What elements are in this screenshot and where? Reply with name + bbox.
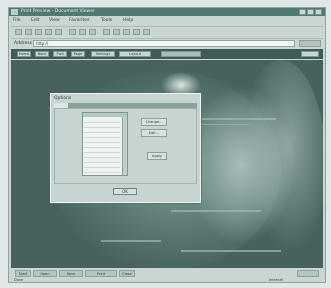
stop-icon[interactable]: [35, 29, 42, 35]
tab-spacer: [161, 51, 201, 57]
edit-icon[interactable]: [123, 29, 130, 35]
forward-icon[interactable]: [25, 29, 32, 35]
bottom-button[interactable]: Close: [119, 270, 135, 277]
list-item[interactable]: [84, 139, 120, 143]
tab-forward[interactable]: Fwd: [53, 51, 67, 57]
tab-home[interactable]: Home: [17, 51, 31, 57]
light-spray: [236, 60, 323, 268]
light-streak: [101, 240, 161, 242]
messenger-icon[interactable]: [143, 29, 150, 35]
status-text: Done: [14, 278, 24, 282]
window-title: Print Preview - Document Viewer: [21, 9, 95, 14]
address-input[interactable]: http://: [33, 40, 295, 47]
bottom-button[interactable]: Print: [85, 270, 117, 277]
back-icon[interactable]: [15, 29, 22, 35]
list-item[interactable]: [84, 124, 120, 128]
list-item[interactable]: [84, 169, 120, 173]
menu-edit[interactable]: Edit: [31, 18, 40, 23]
status-zone: Internet: [269, 278, 283, 282]
address-label: Address: [14, 41, 32, 46]
tab-back[interactable]: Back: [35, 51, 49, 57]
tab-close[interactable]: [301, 51, 319, 57]
menu-help[interactable]: Help: [123, 18, 133, 23]
list-item[interactable]: [84, 119, 120, 123]
favorites-icon[interactable]: [79, 29, 86, 35]
print-icon[interactable]: [113, 29, 120, 35]
list-item[interactable]: [84, 129, 120, 133]
options-dialog: Options Change... Edit... Apply OK: [50, 93, 201, 203]
list-item[interactable]: [84, 149, 120, 153]
toolbar: [11, 26, 323, 39]
search-icon[interactable]: [69, 29, 76, 35]
bottom-button[interactable]: Open: [33, 270, 57, 277]
edit-button[interactable]: Edit...: [141, 129, 167, 137]
bottom-toolbar: Start Open Save Print Close: [11, 270, 323, 278]
list-item[interactable]: [84, 144, 120, 148]
minimize-button[interactable]: [299, 9, 306, 15]
home-icon[interactable]: [55, 29, 62, 35]
app-icon: [11, 9, 18, 15]
bottom-right-button[interactable]: [297, 270, 319, 277]
tab-page[interactable]: Page: [71, 51, 85, 57]
discuss-icon[interactable]: [133, 29, 140, 35]
tab-layout[interactable]: Layout: [119, 51, 151, 57]
ok-button[interactable]: OK: [113, 188, 137, 195]
change-button[interactable]: Change...: [141, 118, 167, 126]
tab-settings[interactable]: Settings: [91, 51, 115, 57]
page: Print Preview - Document Viewer File Edi…: [0, 0, 331, 288]
bottom-button[interactable]: Save: [59, 270, 83, 277]
menu-file[interactable]: File: [13, 18, 21, 23]
dialog-title: Options: [54, 96, 72, 101]
list-scrollbar[interactable]: [122, 117, 127, 175]
dialog-panel: Change... Edit... Apply: [54, 108, 197, 184]
list-item[interactable]: [84, 154, 120, 158]
bottom-button[interactable]: Start: [15, 270, 31, 277]
close-button[interactable]: [315, 9, 322, 15]
item-list[interactable]: [82, 112, 128, 176]
menu-view[interactable]: View: [49, 18, 60, 23]
list-item[interactable]: [84, 134, 120, 138]
apply-button[interactable]: Apply: [147, 152, 167, 160]
title-bar: Print Preview - Document Viewer: [9, 8, 325, 16]
tab-strip: Home Back Fwd Page Settings Layout: [11, 49, 323, 59]
refresh-icon[interactable]: [45, 29, 52, 35]
list-item[interactable]: [84, 159, 120, 163]
maximize-button[interactable]: [307, 9, 314, 15]
menu-bar: File Edit View Favorites Tools Help: [9, 17, 325, 25]
list-header: [83, 113, 127, 117]
history-icon[interactable]: [89, 29, 96, 35]
status-bar: Done Internet: [11, 278, 323, 283]
list-item[interactable]: [84, 164, 120, 168]
menu-tools[interactable]: Tools: [101, 18, 112, 23]
mail-icon[interactable]: [103, 29, 110, 35]
menu-favorites[interactable]: Favorites: [69, 18, 89, 23]
address-bar: Address http://: [11, 39, 323, 48]
go-button[interactable]: [299, 40, 321, 47]
